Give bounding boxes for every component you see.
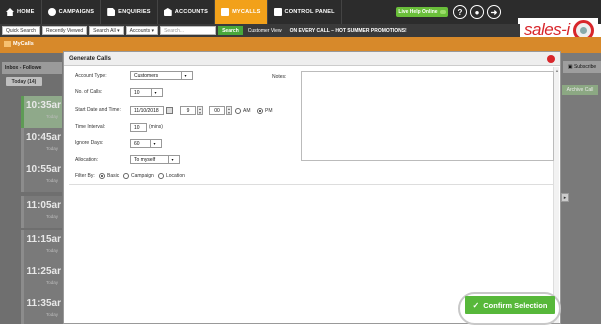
panel-icon xyxy=(273,8,282,16)
filter-location-label: Location xyxy=(166,173,185,179)
search-all-select[interactable]: Search All ▾ xyxy=(89,26,124,35)
call-slot[interactable]: 10:45ar Today xyxy=(21,128,62,160)
nav-campaigns[interactable]: CAMPAIGNS xyxy=(42,0,102,24)
minute-stepper[interactable]: ▲ ▼ xyxy=(226,106,232,115)
section-title: MyCalls xyxy=(4,41,34,47)
checkmark-icon: ✓ xyxy=(472,300,480,310)
archive-call-button[interactable]: Archive Call xyxy=(562,85,598,95)
call-slot[interactable]: 11:25ar Today xyxy=(21,262,62,294)
nav-mycalls[interactable]: MYCALLS xyxy=(215,0,268,24)
calendar-icon[interactable] xyxy=(166,107,173,114)
user-icon[interactable]: ● xyxy=(470,5,484,19)
filter-campaign-label: Campaign xyxy=(131,173,154,179)
notes-label: Notes: xyxy=(272,74,287,80)
am-radio[interactable] xyxy=(235,108,241,114)
interval-input[interactable]: 10 xyxy=(130,123,147,132)
hour-input[interactable]: 9 xyxy=(180,106,196,115)
accounts-select[interactable]: Accounts ▾ xyxy=(125,26,159,35)
today-tab[interactable]: Today (14) xyxy=(6,77,42,86)
nav-accounts[interactable]: ACCOUNTS xyxy=(158,0,216,24)
promo-banner: ON EVERY CALL – HOT SUMMER PROMOTIONS! xyxy=(289,27,407,34)
quick-search-button[interactable]: Quick Search xyxy=(2,26,41,35)
filter-basic-radio[interactable] xyxy=(99,173,105,179)
recently-viewed-button[interactable]: Recently Viewed xyxy=(42,26,88,35)
pm-radio[interactable] xyxy=(257,108,263,114)
customer-view-label[interactable]: Customer View xyxy=(248,28,282,34)
hour-stepper[interactable]: ▲ ▼ xyxy=(197,106,203,115)
filter-campaign-radio[interactable] xyxy=(123,173,129,179)
question-icon[interactable]: ? xyxy=(453,5,467,19)
filter-by-label: Filter By: xyxy=(75,173,95,179)
allocation-label: Allocation: xyxy=(75,157,99,163)
num-calls-label: No. of Calls: xyxy=(75,89,103,95)
chevron-down-icon: ▾ xyxy=(151,89,159,96)
filter-basic-label: Basic xyxy=(107,173,120,179)
ignore-days-label: Ignore Days: xyxy=(75,140,104,146)
nav-enquiries[interactable]: ENQUIRIES xyxy=(101,0,158,24)
call-slot[interactable]: 11:15ar Today xyxy=(21,230,62,262)
phone-icon xyxy=(221,8,230,16)
start-datetime-label: Start Date and Time: xyxy=(75,107,121,113)
am-label: AM xyxy=(243,108,251,114)
dialog-title: Generate Calls xyxy=(64,52,560,66)
chevron-down-icon: ▾ xyxy=(168,156,176,163)
call-slot[interactable]: 10:55ar Today xyxy=(21,160,62,192)
search-input[interactable]: Search... xyxy=(160,26,217,35)
toggle-icon xyxy=(439,10,446,14)
live-help-button[interactable]: Live Help Online xyxy=(396,7,448,17)
scroll-up-icon[interactable]: ▲ xyxy=(555,68,559,73)
chevron-down-icon: ▾ xyxy=(150,140,158,147)
account-type-label: Account Type: xyxy=(75,73,107,79)
nav-home[interactable]: HOME xyxy=(0,0,42,24)
chevron-right-icon[interactable]: ▸ xyxy=(561,193,569,202)
ignore-days-select[interactable]: 60 ▾ xyxy=(130,139,162,148)
interval-unit: (mins) xyxy=(149,124,163,130)
divider xyxy=(69,184,554,185)
home-icon xyxy=(6,8,14,16)
call-slot[interactable]: 11:05ar Today xyxy=(21,196,62,228)
calls-icon xyxy=(4,41,11,47)
document-icon xyxy=(107,8,116,16)
call-slot[interactable]: 10:35ar Today xyxy=(21,96,62,128)
minute-input[interactable]: 00 xyxy=(209,106,225,115)
interval-label: Time Interval: xyxy=(75,124,106,130)
filter-location-radio[interactable] xyxy=(158,173,164,179)
account-type-select[interactable]: Customers ▾ xyxy=(130,71,193,80)
pm-label: PM xyxy=(265,108,273,114)
num-calls-select[interactable]: 10 ▾ xyxy=(130,88,163,97)
nav-control-panel[interactable]: CONTROL PANEL xyxy=(268,0,342,24)
allocation-select[interactable]: To myself ▾ xyxy=(130,155,180,164)
bank-icon xyxy=(163,8,172,16)
subscribe-button[interactable]: ▣ Subscribe xyxy=(563,61,601,73)
generate-calls-dialog: Generate Calls ▲ Account Type: Customers… xyxy=(63,51,561,325)
call-slot[interactable]: 11:35ar Today xyxy=(21,294,62,324)
start-date-input[interactable]: 11/10/2018 xyxy=(130,106,164,115)
search-bar: Quick Search Recently Viewed Search All … xyxy=(0,24,520,37)
close-icon[interactable] xyxy=(547,55,555,63)
logout-icon[interactable]: ➜ xyxy=(487,5,501,19)
inbox-followup-tab[interactable]: Inbox - Followe xyxy=(2,62,62,74)
chevron-down-icon: ▾ xyxy=(181,72,189,79)
top-navigation: HOME CAMPAIGNS ENQUIRIES ACCOUNTS MYCALL… xyxy=(0,0,601,24)
confirm-selection-button[interactable]: ✓ Confirm Selection xyxy=(465,296,555,314)
notes-textarea[interactable] xyxy=(301,71,554,161)
search-button[interactable]: Search xyxy=(218,26,243,35)
people-icon xyxy=(47,8,56,16)
